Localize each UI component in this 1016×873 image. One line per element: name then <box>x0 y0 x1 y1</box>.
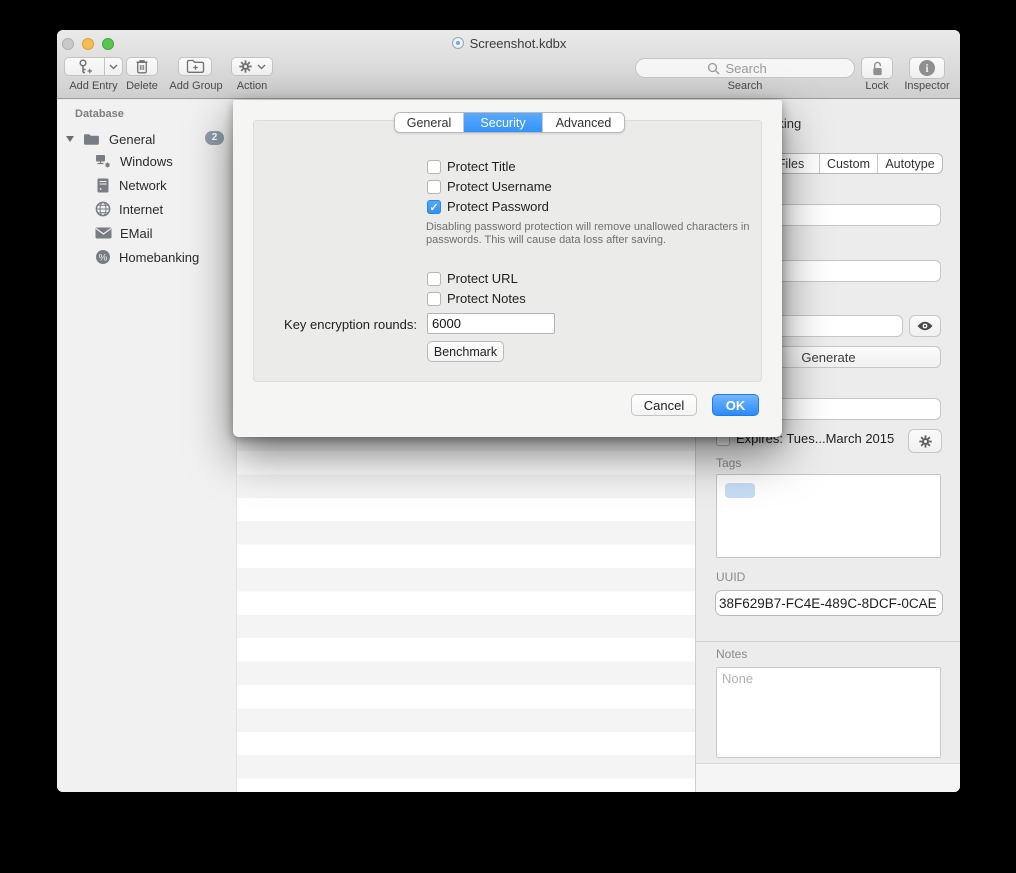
password-protection-help-text: Disabling password protection will remov… <box>426 221 774 247</box>
protect-notes-checkbox[interactable] <box>427 292 441 306</box>
add-entry-button[interactable] <box>64 57 105 76</box>
sidebar-item-windows[interactable]: Windows <box>95 151 173 171</box>
checkbox-label: Protect Title <box>447 159 516 174</box>
protect-title-checkbox[interactable] <box>427 160 441 174</box>
protect-password-checkbox[interactable]: ✓ <box>427 200 441 214</box>
sidebar-item-label: General <box>109 132 155 147</box>
key-plus-icon <box>76 58 94 75</box>
tab-custom[interactable]: Custom <box>819 154 877 173</box>
protect-notes-row: Protect Notes <box>427 291 526 306</box>
protect-url-row: Protect URL <box>427 271 518 286</box>
inspector-footer <box>696 763 960 792</box>
eye-icon <box>916 320 934 332</box>
sidebar-item-homebanking[interactable]: % Homebanking <box>95 247 199 267</box>
sidebar-item-label: Homebanking <box>119 250 199 265</box>
checkbox-label: Protect URL <box>447 271 518 286</box>
open-padlock-icon <box>870 60 885 77</box>
checkbox-label: Protect Username <box>447 179 552 194</box>
inspector-label: Inspector <box>897 80 957 92</box>
app-window: Screenshot.kdbx Add Entry Delete <box>57 30 960 792</box>
cancel-button[interactable]: Cancel <box>631 394 697 416</box>
sidebar-item-label: Internet <box>119 202 163 217</box>
trash-icon <box>134 58 150 75</box>
uuid-label: UUID <box>716 570 745 584</box>
chevron-down-icon <box>109 64 118 70</box>
window-title: Screenshot.kdbx <box>470 36 567 51</box>
key-encryption-rounds-input[interactable] <box>427 313 555 334</box>
add-group-button[interactable] <box>178 57 212 76</box>
lock-button[interactable] <box>861 57 893 79</box>
tag-chip[interactable] <box>725 483 755 498</box>
protect-username-row: Protect Username <box>427 179 552 194</box>
expires-settings-button[interactable] <box>908 429 942 453</box>
sidebar-item-network[interactable]: Network <box>97 175 167 195</box>
group-count-badge: 2 <box>205 131 224 145</box>
disclosure-triangle-icon[interactable] <box>66 136 74 142</box>
tab-general[interactable]: General <box>395 113 463 132</box>
tags-box[interactable] <box>716 474 941 558</box>
globe-icon <box>95 201 111 217</box>
benchmark-button[interactable]: Benchmark <box>427 341 504 362</box>
gear-icon <box>238 59 253 74</box>
uuid-field[interactable] <box>715 590 943 616</box>
sidebar-item-label: Windows <box>120 154 173 169</box>
action-label: Action <box>222 80 282 92</box>
checkbox-label: Protect Password <box>447 199 549 214</box>
search-field[interactable] <box>635 58 855 78</box>
delete-button[interactable] <box>126 57 158 76</box>
show-password-button[interactable] <box>909 315 941 337</box>
document-icon <box>451 36 465 50</box>
screenshot-background: Screenshot.kdbx Add Entry Delete <box>0 0 1016 873</box>
info-icon: i <box>919 60 935 76</box>
server-icon <box>97 178 109 193</box>
tab-security[interactable]: Security <box>463 113 542 132</box>
network-computers-icon <box>95 154 112 168</box>
tab-autotype[interactable]: Autotype <box>877 154 942 173</box>
sidebar-item-email[interactable]: EMail <box>95 223 153 243</box>
sidebar: Database General 2 Windows <box>57 100 236 792</box>
settings-tabs: General Security Advanced <box>394 112 625 133</box>
protect-title-row: Protect Title <box>427 159 516 174</box>
key-encryption-rounds-label: Key encryption rounds: <box>257 317 417 332</box>
tab-advanced[interactable]: Advanced <box>542 113 624 132</box>
ok-button[interactable]: OK <box>712 394 759 416</box>
tags-label: Tags <box>716 456 741 470</box>
sidebar-section-header: Database <box>75 108 124 120</box>
checkbox-label: Protect Notes <box>447 291 526 306</box>
search-icon <box>707 62 720 75</box>
svg-text:%: % <box>99 253 108 264</box>
envelope-icon <box>95 227 112 239</box>
search-input[interactable] <box>724 60 784 77</box>
folder-icon <box>83 133 100 146</box>
window-title-group: Screenshot.kdbx <box>57 33 960 53</box>
percent-circle-icon: % <box>95 249 111 265</box>
sidebar-item-internet[interactable]: Internet <box>95 199 163 219</box>
gear-icon <box>918 434 933 449</box>
protect-username-checkbox[interactable] <box>427 180 441 194</box>
action-button[interactable] <box>231 57 273 76</box>
sidebar-item-label: EMail <box>120 226 153 241</box>
inspector-button[interactable]: i <box>909 57 945 79</box>
divider <box>696 641 960 642</box>
search-label: Search <box>685 80 805 92</box>
protect-password-row: ✓ Protect Password <box>427 199 549 214</box>
database-settings-sheet: General Security Advanced Protect Title … <box>233 100 782 437</box>
sidebar-item-general[interactable]: General <box>66 129 155 149</box>
folder-plus-icon <box>186 59 205 74</box>
notes-field[interactable] <box>716 667 941 758</box>
sidebar-item-label: Network <box>119 178 167 193</box>
titlebar-toolbar: Screenshot.kdbx Add Entry Delete <box>57 30 960 99</box>
notes-label: Notes <box>716 647 747 661</box>
chevron-down-icon <box>257 64 266 70</box>
add-entry-dropdown-button[interactable] <box>104 57 123 76</box>
protect-url-checkbox[interactable] <box>427 272 441 286</box>
